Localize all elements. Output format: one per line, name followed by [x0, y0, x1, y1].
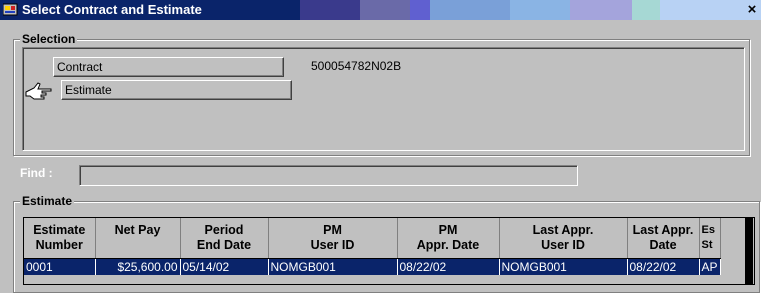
title-bar-segment: [410, 0, 430, 20]
title-bar-segment: [430, 0, 510, 20]
column-header-pm-appr-date[interactable]: PM Appr. Date: [397, 218, 500, 259]
column-header-estimate-status[interactable]: Es St: [699, 218, 721, 259]
estimate-legend: Estimate: [20, 194, 75, 208]
title-bar-segment: [510, 0, 570, 20]
grid-header-row: Estimate Number Net Pay Period End Date …: [24, 218, 721, 259]
grid-edge: [745, 217, 753, 285]
column-header-last-appr-user-id[interactable]: Last Appr. User ID: [499, 218, 628, 259]
find-label: Find :: [20, 166, 53, 180]
column-header-net-pay[interactable]: Net Pay: [95, 218, 181, 259]
cell-net-pay[interactable]: $25,600.00: [95, 258, 181, 275]
estimate-button[interactable]: Estimate: [61, 80, 292, 100]
selection-legend: Selection: [20, 32, 78, 46]
cell-last-appr-user-id[interactable]: NOMGB001: [499, 258, 628, 275]
cell-pm-user-id[interactable]: NOMGB001: [268, 258, 398, 275]
window-title: Select Contract and Estimate: [22, 2, 202, 17]
cell-pm-appr-date[interactable]: 08/22/02: [397, 258, 500, 275]
find-input[interactable]: [79, 165, 578, 186]
title-bar-segment: [632, 0, 660, 20]
cell-estimate-number[interactable]: 0001: [24, 258, 96, 275]
column-header-period-end-date[interactable]: Period End Date: [180, 218, 269, 259]
close-button[interactable]: ×: [743, 1, 761, 19]
table-row[interactable]: 0001 $25,600.00 05/14/02 NOMGB001 08/22/…: [24, 258, 721, 275]
hand-pointer-icon: [25, 82, 52, 100]
title-bar[interactable]: Select Contract and Estimate ×: [0, 0, 761, 20]
cell-period-end-date[interactable]: 05/14/02: [180, 258, 269, 275]
estimate-grid[interactable]: Estimate Number Net Pay Period End Date …: [23, 217, 755, 285]
column-header-last-appr-date[interactable]: Last Appr. Date: [627, 218, 700, 259]
contract-button[interactable]: Contract: [53, 57, 284, 77]
column-header-estimate-number[interactable]: Estimate Number: [24, 218, 96, 259]
cell-estimate-status[interactable]: AP: [699, 258, 721, 275]
contract-number: 500054782N02B: [311, 59, 402, 73]
title-bar-segment: [360, 0, 410, 20]
title-bar-segment: [300, 0, 360, 20]
title-bar-segment: [570, 0, 632, 20]
cell-last-appr-date[interactable]: 08/22/02: [627, 258, 700, 275]
app-icon: [3, 3, 18, 16]
column-header-pm-user-id[interactable]: PM User ID: [268, 218, 398, 259]
